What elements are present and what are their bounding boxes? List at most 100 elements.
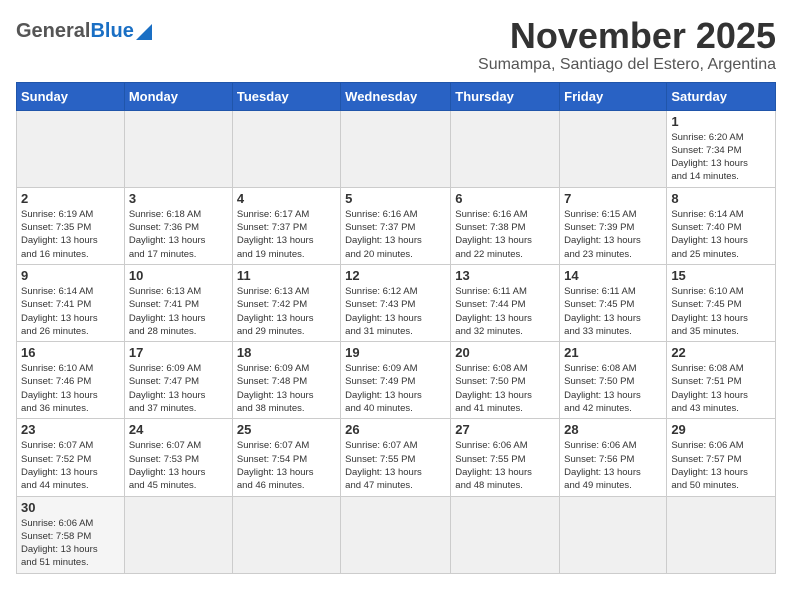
day-info: Sunrise: 6:07 AM Sunset: 7:52 PM Dayligh… [21,439,120,492]
day-number: 19 [345,345,446,360]
week-row-5: 23Sunrise: 6:07 AM Sunset: 7:52 PM Dayli… [17,419,776,496]
calendar-cell: 16Sunrise: 6:10 AM Sunset: 7:46 PM Dayli… [17,342,125,419]
calendar-cell: 8 Sunrise: 6:14 AM Sunset: 7:40 PM Daylig… [667,187,776,264]
calendar-cell: 27 Sunrise: 6:06 AM Sunset: 7:55 PM Dayli… [451,419,560,496]
logo-triangle-icon [136,24,152,40]
day-number: 28 [564,422,662,437]
day-number: 14 [564,268,662,283]
calendar-cell: 25Sunrise: 6:07 AM Sunset: 7:54 PM Dayli… [232,419,340,496]
month-title: November 2025 [478,16,776,56]
location-title: Sumampa, Santiago del Estero, Argentina [478,56,776,74]
calendar-cell: 17 Sunrise: 6:09 AM Sunset: 7:47 PM Dayli… [124,342,232,419]
calendar-cell: 24 Sunrise: 6:07 AM Sunset: 7:53 PM Dayli… [124,419,232,496]
day-info: Sunrise: 6:14 AM Sunset: 7:41 PM Dayligh… [21,285,120,338]
day-info: Sunrise: 6:13 AM Sunset: 7:42 PM Dayligh… [237,285,336,338]
weekday-header-wednesday: Wednesday [341,82,451,110]
calendar-cell: 20 Sunrise: 6:08 AM Sunset: 7:50 PM Dayli… [451,342,560,419]
day-info: Sunrise: 6:11 AM Sunset: 7:44 PM Dayligh… [455,285,555,338]
week-row-4: 16Sunrise: 6:10 AM Sunset: 7:46 PM Dayli… [17,342,776,419]
day-info: Sunrise: 6:09 AM Sunset: 7:48 PM Dayligh… [237,362,336,415]
calendar-body: 1 Sunrise: 6:20 AM Sunset: 7:34 PM Daylig… [17,110,776,573]
day-number: 27 [455,422,555,437]
day-number: 17 [129,345,228,360]
calendar-cell: 4 Sunrise: 6:17 AM Sunset: 7:37 PM Daylig… [232,187,340,264]
day-number: 24 [129,422,228,437]
day-info: Sunrise: 6:06 AM Sunset: 7:58 PM Dayligh… [21,517,120,570]
week-row-3: 9Sunrise: 6:14 AM Sunset: 7:41 PM Daylig… [17,264,776,341]
day-number: 3 [129,191,228,206]
day-number: 15 [671,268,771,283]
day-number: 8 [671,191,771,206]
day-number: 18 [237,345,336,360]
day-info: Sunrise: 6:12 AM Sunset: 7:43 PM Dayligh… [345,285,446,338]
calendar-cell [451,496,560,573]
calendar-cell: 30 Sunrise: 6:06 AM Sunset: 7:58 PM Dayli… [17,496,125,573]
calendar-cell: 6Sunrise: 6:16 AM Sunset: 7:38 PM Daylig… [451,187,560,264]
day-info: Sunrise: 6:08 AM Sunset: 7:51 PM Dayligh… [671,362,771,415]
day-number: 20 [455,345,555,360]
calendar-cell: 19 Sunrise: 6:09 AM Sunset: 7:49 PM Dayli… [341,342,451,419]
day-info: Sunrise: 6:14 AM Sunset: 7:40 PM Dayligh… [671,208,771,261]
week-row-1: 1 Sunrise: 6:20 AM Sunset: 7:34 PM Daylig… [17,110,776,187]
calendar-cell: 3Sunrise: 6:18 AM Sunset: 7:36 PM Daylig… [124,187,232,264]
day-info: Sunrise: 6:17 AM Sunset: 7:37 PM Dayligh… [237,208,336,261]
day-info: Sunrise: 6:10 AM Sunset: 7:45 PM Dayligh… [671,285,771,338]
calendar-cell: 11Sunrise: 6:13 AM Sunset: 7:42 PM Dayli… [232,264,340,341]
calendar-cell: 13 Sunrise: 6:11 AM Sunset: 7:44 PM Dayli… [451,264,560,341]
day-number: 4 [237,191,336,206]
day-number: 5 [345,191,446,206]
calendar-table: SundayMondayTuesdayWednesdayThursdayFrid… [16,82,776,574]
day-info: Sunrise: 6:19 AM Sunset: 7:35 PM Dayligh… [21,208,120,261]
day-info: Sunrise: 6:09 AM Sunset: 7:47 PM Dayligh… [129,362,228,415]
weekday-header-thursday: Thursday [451,82,560,110]
day-number: 26 [345,422,446,437]
day-number: 7 [564,191,662,206]
calendar-cell: 15 Sunrise: 6:10 AM Sunset: 7:45 PM Dayli… [667,264,776,341]
calendar-cell: 2Sunrise: 6:19 AM Sunset: 7:35 PM Daylig… [17,187,125,264]
calendar-cell: 7Sunrise: 6:15 AM Sunset: 7:39 PM Daylig… [560,187,667,264]
day-info: Sunrise: 6:06 AM Sunset: 7:55 PM Dayligh… [455,439,555,492]
day-number: 21 [564,345,662,360]
day-info: Sunrise: 6:20 AM Sunset: 7:34 PM Dayligh… [671,131,771,184]
day-info: Sunrise: 6:13 AM Sunset: 7:41 PM Dayligh… [129,285,228,338]
calendar-cell: 5 Sunrise: 6:16 AM Sunset: 7:37 PM Daylig… [341,187,451,264]
day-number: 25 [237,422,336,437]
day-info: Sunrise: 6:07 AM Sunset: 7:53 PM Dayligh… [129,439,228,492]
calendar-cell: 29Sunrise: 6:06 AM Sunset: 7:57 PM Dayli… [667,419,776,496]
calendar-cell: 28 Sunrise: 6:06 AM Sunset: 7:56 PM Dayli… [560,419,667,496]
day-info: Sunrise: 6:16 AM Sunset: 7:37 PM Dayligh… [345,208,446,261]
day-info: Sunrise: 6:09 AM Sunset: 7:49 PM Dayligh… [345,362,446,415]
calendar-cell: 23Sunrise: 6:07 AM Sunset: 7:52 PM Dayli… [17,419,125,496]
title-area: November 2025 Sumampa, Santiago del Este… [478,16,776,74]
logo-general: General [16,20,90,43]
day-info: Sunrise: 6:16 AM Sunset: 7:38 PM Dayligh… [455,208,555,261]
calendar-cell [560,496,667,573]
weekday-header-friday: Friday [560,82,667,110]
day-info: Sunrise: 6:08 AM Sunset: 7:50 PM Dayligh… [564,362,662,415]
week-row-6: 30 Sunrise: 6:06 AM Sunset: 7:58 PM Dayli… [17,496,776,573]
calendar-cell: 18 Sunrise: 6:09 AM Sunset: 7:48 PM Dayli… [232,342,340,419]
calendar-cell: 1 Sunrise: 6:20 AM Sunset: 7:34 PM Daylig… [667,110,776,187]
weekday-header-tuesday: Tuesday [232,82,340,110]
calendar-header: SundayMondayTuesdayWednesdayThursdayFrid… [17,82,776,110]
calendar-cell [451,110,560,187]
calendar-cell [124,110,232,187]
weekday-header-saturday: Saturday [667,82,776,110]
calendar-cell: 10 Sunrise: 6:13 AM Sunset: 7:41 PM Dayli… [124,264,232,341]
day-info: Sunrise: 6:11 AM Sunset: 7:45 PM Dayligh… [564,285,662,338]
day-number: 1 [671,114,771,129]
weekday-header-sunday: Sunday [17,82,125,110]
calendar-cell [560,110,667,187]
day-info: Sunrise: 6:06 AM Sunset: 7:57 PM Dayligh… [671,439,771,492]
calendar-cell: 22Sunrise: 6:08 AM Sunset: 7:51 PM Dayli… [667,342,776,419]
day-number: 30 [21,500,120,515]
day-info: Sunrise: 6:08 AM Sunset: 7:50 PM Dayligh… [455,362,555,415]
calendar-cell: 9Sunrise: 6:14 AM Sunset: 7:41 PM Daylig… [17,264,125,341]
day-number: 12 [345,268,446,283]
day-number: 13 [455,268,555,283]
day-number: 10 [129,268,228,283]
day-number: 16 [21,345,120,360]
calendar-cell [341,496,451,573]
calendar-cell [667,496,776,573]
day-info: Sunrise: 6:06 AM Sunset: 7:56 PM Dayligh… [564,439,662,492]
